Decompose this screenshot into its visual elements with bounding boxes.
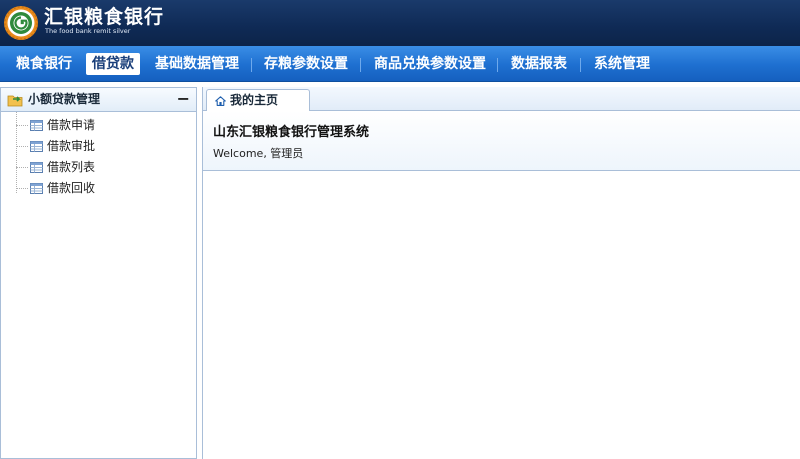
app-title: 汇银粮食银行	[44, 6, 165, 28]
nav-divider	[251, 58, 252, 72]
folder-icon	[7, 95, 23, 107]
collapse-icon[interactable]: −	[177, 88, 190, 110]
nav-item-reports[interactable]: 数据报表	[511, 53, 567, 75]
table-icon	[30, 120, 43, 131]
nav-item-loans[interactable]: 借贷款	[86, 53, 140, 75]
table-icon	[30, 183, 43, 194]
main-panel: 我的主页 山东汇银粮食银行管理系统 Welcome, 管理员	[202, 87, 800, 459]
app-header: 汇银粮食银行 The food bank remit silver	[0, 0, 800, 46]
nav-divider	[580, 58, 581, 72]
sidebar-item-loan-approval[interactable]: 借款审批	[1, 136, 196, 157]
sidebar-item-loan-application[interactable]: 借款申请	[1, 115, 196, 136]
welcome-message: Welcome, 管理员	[213, 147, 304, 160]
sidebar-header[interactable]: 小额贷款管理 −	[1, 88, 196, 112]
tab-label: 我的主页	[230, 93, 279, 107]
sidebar-item-loan-recovery[interactable]: 借款回收	[1, 178, 196, 199]
sidebar-item-label: 借款审批	[47, 139, 96, 153]
bank-seal-logo	[4, 6, 38, 40]
welcome-panel: 山东汇银粮食银行管理系统 Welcome, 管理员	[203, 111, 800, 171]
home-icon	[215, 96, 226, 106]
nav-item-storage-params[interactable]: 存粮参数设置	[264, 53, 348, 75]
sidebar: 小额贷款管理 − 借款申请 借款审批 借款列表 借款回收	[0, 87, 197, 459]
nav-item-system[interactable]: 系统管理	[594, 53, 650, 75]
nav-item-exchange-params[interactable]: 商品兑换参数设置	[374, 53, 486, 75]
sidebar-item-label: 借款回收	[47, 181, 96, 195]
sidebar-title: 小额贷款管理	[28, 92, 101, 106]
table-icon	[30, 162, 43, 173]
sidebar-item-label: 借款列表	[47, 160, 96, 174]
sidebar-tree: 借款申请 借款审批 借款列表 借款回收	[1, 112, 196, 199]
nav-item-basic-data[interactable]: 基础数据管理	[155, 53, 239, 75]
tab-home[interactable]: 我的主页	[206, 89, 310, 112]
app-subtitle: The food bank remit silver	[45, 27, 131, 35]
nav-divider	[360, 58, 361, 72]
table-icon	[30, 141, 43, 152]
top-nav: 粮食银行 借贷款 基础数据管理 存粮参数设置 商品兑换参数设置 数据报表 系统管…	[0, 46, 800, 82]
page-title: 山东汇银粮食银行管理系统	[213, 125, 370, 140]
nav-divider	[497, 58, 498, 72]
tab-bar: 我的主页	[203, 87, 800, 112]
sidebar-item-loan-list[interactable]: 借款列表	[1, 157, 196, 178]
sidebar-item-label: 借款申请	[47, 118, 96, 132]
nav-item-grain-bank[interactable]: 粮食银行	[16, 53, 72, 75]
